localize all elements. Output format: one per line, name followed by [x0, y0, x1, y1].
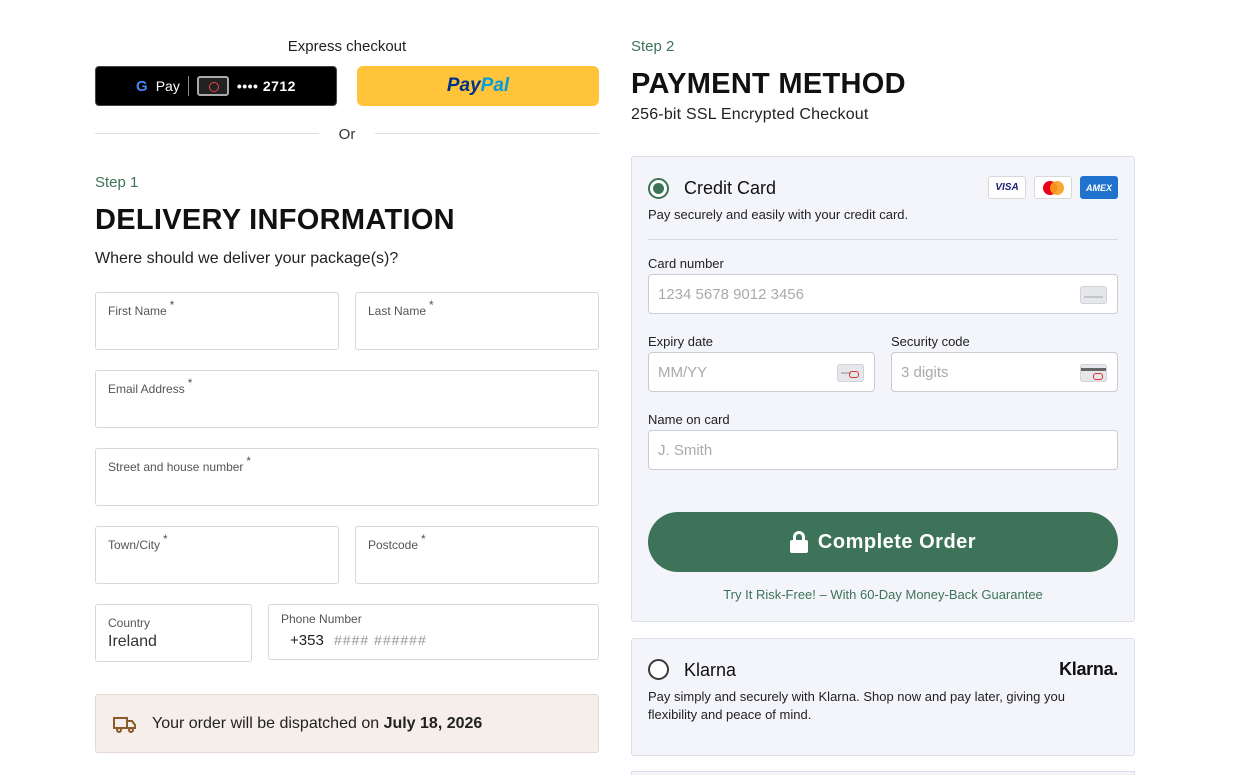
delivery-subtitle: Where should we deliver your package(s)? [95, 250, 399, 267]
town-field[interactable]: Town/City * [95, 526, 339, 584]
security-code-placeholder: 3 digits [901, 364, 949, 381]
complete-order-label: Complete Order [817, 530, 977, 553]
dispatch-date: July 18, 2026 [383, 714, 483, 732]
divider-line-right [375, 133, 599, 134]
card-number-label: Card number [648, 256, 724, 271]
postcode-label: Postcode * [368, 532, 426, 552]
credit-card-radio[interactable] [648, 178, 669, 199]
klarna-logo: Klarna. [1059, 659, 1118, 679]
phone-label: Phone Number [281, 612, 362, 626]
first-name-field[interactable]: First Name * [95, 292, 339, 350]
or-text: Or [338, 126, 356, 143]
security-code-input[interactable]: 3 digits [891, 352, 1118, 392]
first-name-label: First Name * [108, 298, 175, 318]
name-on-card-placeholder: J. Smith [658, 442, 713, 459]
step-2-label: Step 2 [631, 38, 675, 55]
google-g-icon: G [136, 77, 148, 95]
mastercard-icon [1034, 176, 1072, 199]
paypal-logo-part2: Pal [480, 75, 510, 96]
postcode-field[interactable]: Postcode * [355, 526, 599, 584]
card-number-placeholder: 1234 5678 9012 3456 [658, 286, 804, 303]
country-label: Country [108, 616, 151, 630]
gpay-separator [187, 76, 189, 96]
card-icon [1080, 286, 1107, 304]
lock-icon [789, 531, 808, 553]
credit-card-title: Credit Card [684, 178, 777, 198]
klarna-description-line1: Pay simply and securely with Klarna. Sho… [648, 689, 1065, 704]
phone-country-code[interactable]: +353 [290, 632, 324, 649]
security-code-label: Security code [891, 334, 970, 349]
klarna-radio[interactable] [648, 659, 669, 680]
country-select[interactable]: Country Ireland [95, 604, 252, 662]
email-label: Email Address * [108, 376, 193, 396]
delivery-title: DELIVERY INFORMATION [95, 204, 455, 236]
dispatch-notice: Your order will be dispatched on July 18… [95, 694, 599, 753]
street-field[interactable]: Street and house number * [95, 448, 599, 506]
card-number-input[interactable]: 1234 5678 9012 3456 [648, 274, 1118, 314]
gpay-card-digits: •••• 2712 [236, 78, 296, 94]
express-checkout-title: Express checkout [287, 38, 407, 55]
guarantee-text: Try It Risk-Free! – With 60-Day Money-Ba… [723, 587, 1043, 602]
card-cvc-icon [1080, 364, 1107, 382]
dispatch-text: Your order will be dispatched on July 18… [152, 714, 483, 732]
expiry-label: Expiry date [648, 334, 714, 349]
payment-title: PAYMENT METHOD [631, 68, 906, 100]
paypal-logo-part1: Pay [446, 75, 481, 96]
amex-icon: AMEX [1080, 176, 1118, 199]
credit-card-description: Pay securely and easily with your credit… [648, 207, 909, 222]
email-field[interactable]: Email Address * [95, 370, 599, 428]
street-label: Street and house number * [108, 454, 252, 474]
credit-card-divider [648, 239, 1118, 240]
or-divider: Or [95, 124, 599, 144]
card-expiry-icon [837, 364, 864, 382]
step-1-label: Step 1 [95, 174, 139, 191]
last-name-label: Last Name * [368, 298, 434, 318]
phone-field[interactable]: Phone Number +353 #### ###### [268, 604, 599, 660]
card-brand-badges: VISA AMEX [988, 176, 1118, 199]
klarna-panel: Klarna Klarna. Pay simply and securely w… [631, 638, 1135, 756]
country-value: Ireland [108, 633, 157, 650]
name-on-card-label: Name on card [648, 412, 730, 427]
town-label: Town/City * [108, 532, 168, 552]
truck-icon [113, 716, 136, 733]
visa-icon: VISA [988, 176, 1026, 199]
name-on-card-input[interactable]: J. Smith [648, 430, 1118, 470]
next-payment-option-edge [631, 771, 1135, 775]
card-icon [196, 76, 229, 96]
phone-placeholder: #### ###### [334, 632, 427, 648]
complete-order-button[interactable]: Complete Order [648, 512, 1118, 572]
gpay-label: Pay [155, 78, 180, 94]
google-pay-button[interactable]: G Pay •••• 2712 [95, 66, 337, 106]
last-name-field[interactable]: Last Name * [355, 292, 599, 350]
klarna-description-line2: flexibility and peace of mind. [648, 707, 812, 722]
payment-subtitle: 256-bit SSL Encrypted Checkout [631, 106, 869, 123]
credit-card-panel: Credit Card VISA AMEX Pay securely and e… [631, 156, 1135, 622]
expiry-input[interactable]: MM/YY [648, 352, 875, 392]
expiry-placeholder: MM/YY [658, 364, 708, 381]
paypal-button[interactable]: Pay Pal [357, 66, 599, 106]
klarna-title: Klarna [684, 660, 737, 680]
